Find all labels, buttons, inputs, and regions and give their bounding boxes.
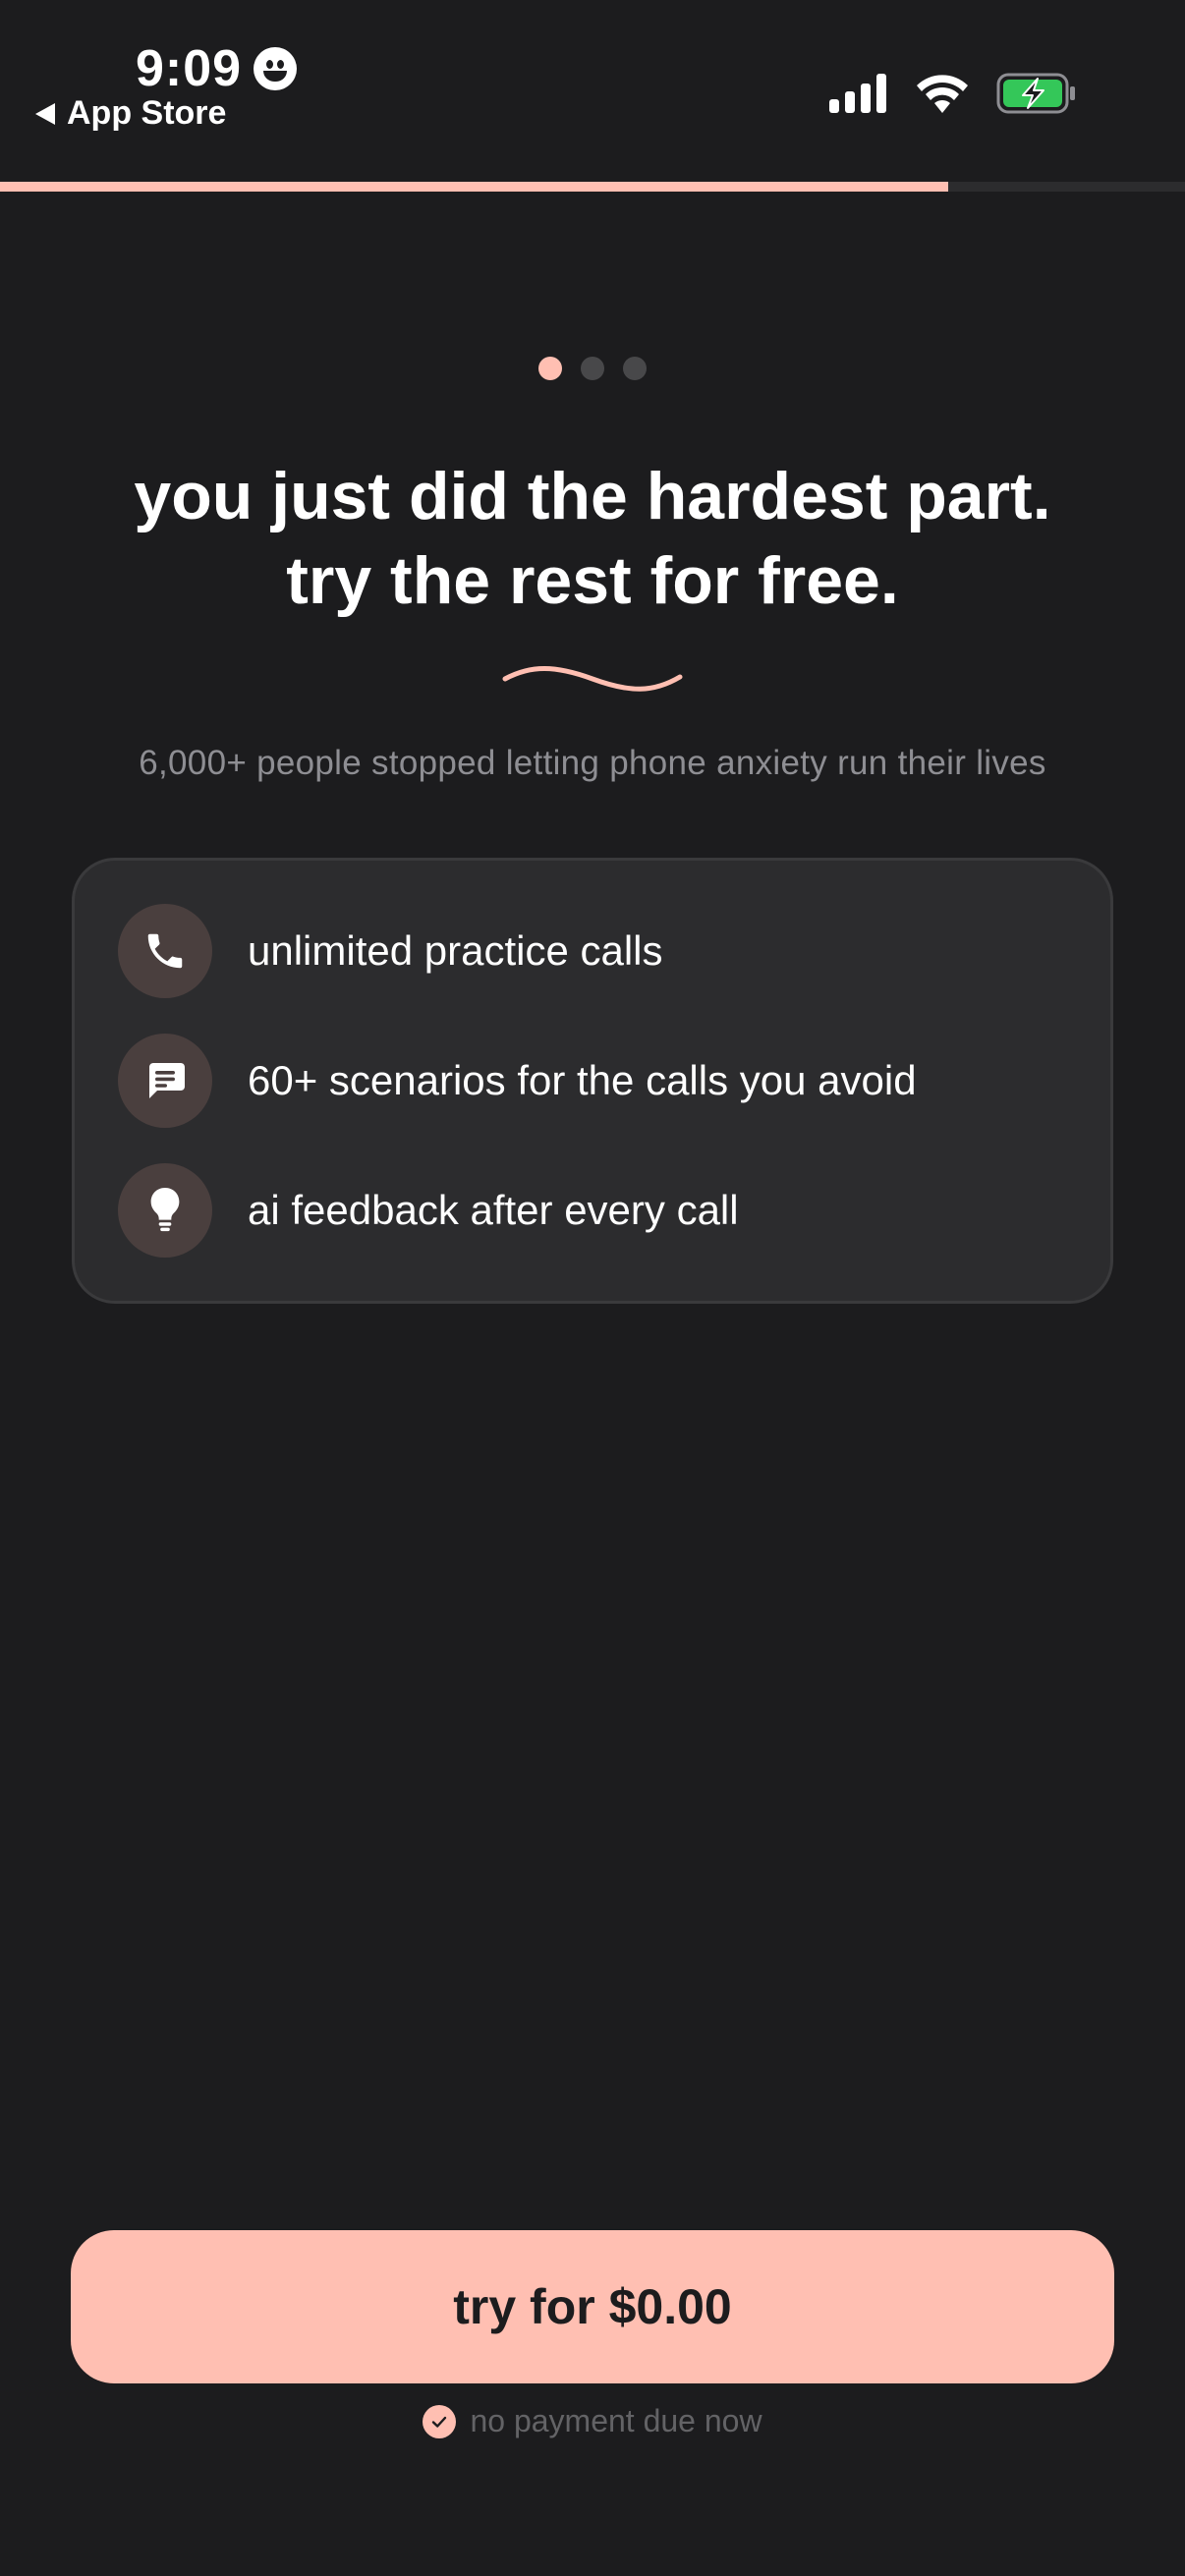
status-time: 9:09 [136,39,298,98]
chat-bubble-icon [118,1034,212,1128]
back-triangle-icon [35,102,55,125]
feature-item: ai feedback after every call [118,1163,739,1258]
battery-charging-icon [996,73,1075,114]
lightbulb-icon [118,1163,212,1258]
smiley-face-icon [254,47,298,90]
progress-fill [0,182,948,192]
onboarding-progress-bar [0,182,1185,192]
headline: you just did the hardest part. try the r… [0,454,1185,623]
feature-item: 60+ scenarios for the calls you avoid [118,1034,917,1128]
feature-label: unlimited practice calls [248,927,663,974]
features-card: unlimited practice calls 60+ scenarios f… [72,858,1113,1304]
back-label: App Store [67,94,227,132]
checkmark-icon [423,2404,457,2438]
back-to-app-store-link[interactable]: App Store [35,94,226,133]
no-payment-text: no payment due now [470,2403,762,2438]
feature-label: 60+ scenarios for the calls you avoid [248,1057,917,1103]
page-dot-active [538,357,562,380]
try-free-button[interactable]: try for $0.00 [71,2230,1114,2383]
phone-icon [118,904,212,998]
headline-line-2: try the rest for free. [286,543,899,618]
wifi-icon [917,75,968,113]
feature-label: ai feedback after every call [248,1187,739,1233]
cellular-signal-icon [829,74,886,113]
decorative-squiggle [502,666,683,692]
feature-item: unlimited practice calls [118,904,663,998]
paywall-screen: 9:09 App Store you just did the hardest … [0,0,1185,2576]
page-indicator [0,357,1185,380]
social-proof-subtitle: 6,000+ people stopped letting phone anxi… [139,744,1046,782]
no-payment-note: no payment due now [0,2403,1185,2439]
status-indicators [829,73,1077,114]
clock-text: 9:09 [136,40,243,97]
page-dot [623,357,647,380]
page-dot [581,357,604,380]
headline-line-1: you just did the hardest part. [134,459,1051,533]
